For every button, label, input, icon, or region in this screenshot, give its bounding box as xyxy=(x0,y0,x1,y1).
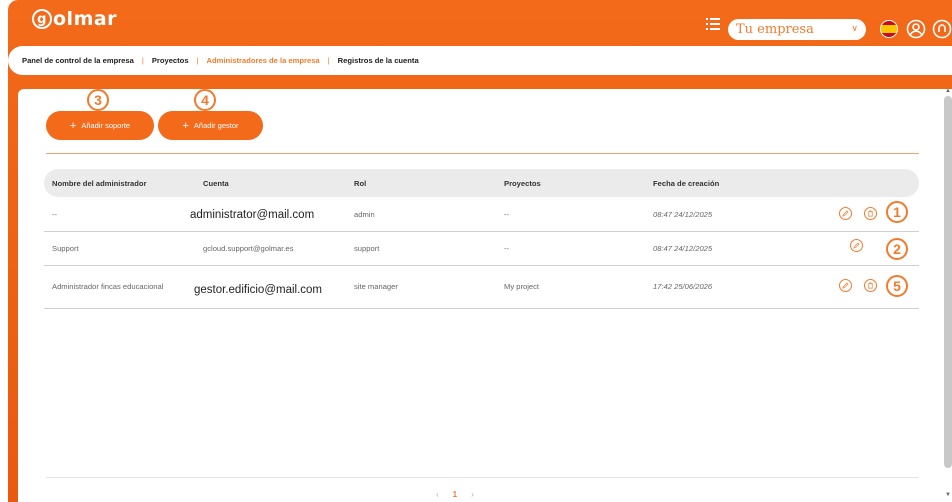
admin-name: -- xyxy=(52,210,58,219)
add-manager-button[interactable]: + Añadir gestor xyxy=(158,111,263,140)
creation-date: 08:47 24/12/2025 xyxy=(653,210,713,219)
table-row[interactable]: Administrador fincas educacional gestor.… xyxy=(44,266,919,309)
column-header[interactable]: Fecha de creación xyxy=(653,179,719,188)
divider xyxy=(46,153,919,154)
scroll-down-arrow-icon[interactable]: ▼ xyxy=(945,492,951,498)
plus-icon: + xyxy=(69,119,77,132)
prev-page-button[interactable]: ‹ xyxy=(436,490,439,499)
pencil-icon xyxy=(853,242,860,249)
admin-name: Administrador fincas educacional xyxy=(52,282,164,291)
delete-button[interactable] xyxy=(864,279,877,292)
edit-button[interactable] xyxy=(839,279,852,292)
list-icon[interactable] xyxy=(706,18,720,30)
column-header[interactable]: Cuenta xyxy=(203,179,229,188)
pencil-icon xyxy=(842,282,849,289)
trash-icon xyxy=(868,210,873,217)
callout-3: 3 xyxy=(87,89,109,111)
role: support xyxy=(354,244,380,253)
current-page[interactable]: 1 xyxy=(453,490,457,499)
company-select-value: Tu empresa xyxy=(736,22,814,37)
spain-flag-icon[interactable] xyxy=(880,20,898,38)
scroll-up-arrow-icon[interactable]: ▲ xyxy=(945,88,951,94)
table-row[interactable]: -- administrator@mail.com admin -- 08:47… xyxy=(44,197,919,232)
callout-4: 4 xyxy=(194,89,216,111)
add-support-label: Añadir soporte xyxy=(81,121,131,130)
role: admin xyxy=(354,210,375,219)
edit-button[interactable] xyxy=(839,207,852,220)
nav-company-administrators[interactable]: Administradores de la empresa xyxy=(207,56,320,65)
chevron-down-icon: ∨ xyxy=(851,24,858,34)
section-nav: Panel de control de la empresa | Proyect… xyxy=(8,46,952,75)
delete-button[interactable] xyxy=(864,207,877,220)
edit-button[interactable] xyxy=(850,239,863,252)
creation-date: 17:42 25/06/2026 xyxy=(653,282,713,291)
nav-separator: | xyxy=(196,56,199,65)
notification-icon[interactable] xyxy=(932,19,952,39)
nav-company-dashboard[interactable]: Panel de control de la empresa xyxy=(22,56,134,65)
footer-divider xyxy=(46,477,919,478)
pagination: ‹ 1 › xyxy=(436,490,474,499)
company-select[interactable]: Tu empresa ∨ xyxy=(728,19,866,40)
account-email: administrator@mail.com xyxy=(190,209,315,221)
account-email: gestor.edificio@mail.com xyxy=(194,284,322,296)
nav-account-logs[interactable]: Registros de la cuenta xyxy=(338,56,419,65)
plus-icon: + xyxy=(182,119,189,132)
trash-icon xyxy=(868,282,873,289)
add-manager-label: Añadir gestor xyxy=(193,121,239,130)
account-email: gcloud.support@golmar.es xyxy=(203,244,294,253)
table-row[interactable]: Support gcloud.support@golmar.es support… xyxy=(44,232,919,266)
nav-separator: | xyxy=(141,56,144,65)
golmar-logo[interactable]: g olmar xyxy=(32,8,117,30)
projects: My project xyxy=(504,282,540,291)
callout-2: 2 xyxy=(886,238,908,260)
pencil-icon xyxy=(842,210,849,217)
scrollbar[interactable] xyxy=(944,96,952,468)
projects: -- xyxy=(504,244,510,253)
role: site manager xyxy=(354,282,398,291)
admin-name: Support xyxy=(52,244,79,253)
column-header[interactable]: Proyectos xyxy=(504,179,541,188)
table-header: Nombre del administrador Cuenta Rol Proy… xyxy=(44,169,919,197)
user-icon[interactable] xyxy=(906,19,926,39)
projects: -- xyxy=(504,210,510,219)
creation-date: 08:47 24/12/2025 xyxy=(653,244,713,253)
nav-separator: | xyxy=(327,56,330,65)
nav-projects[interactable]: Proyectos xyxy=(152,56,189,65)
callout-5: 5 xyxy=(886,275,908,297)
add-support-button[interactable]: + Añadir soporte xyxy=(46,111,154,140)
column-header[interactable]: Nombre del administrador xyxy=(52,179,147,188)
next-page-button[interactable]: › xyxy=(471,490,474,499)
column-header[interactable]: Rol xyxy=(354,179,366,188)
callout-1: 1 xyxy=(886,201,908,223)
